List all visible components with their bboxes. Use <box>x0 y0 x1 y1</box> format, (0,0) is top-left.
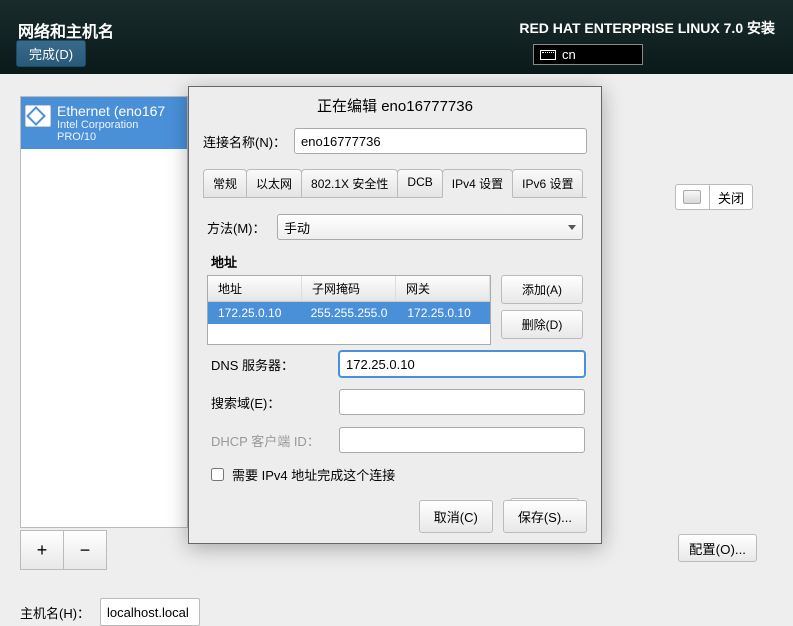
add-device-button[interactable]: + <box>20 530 64 570</box>
tab-8021x[interactable]: 802.1X 安全性 <box>301 169 398 198</box>
edit-connection-dialog: 正在编辑 eno16777736 连接名称(N)： 常规 以太网 802.1X … <box>188 86 602 544</box>
save-button[interactable]: 保存(S)... <box>503 500 587 533</box>
connection-name-row: 连接名称(N)： <box>189 124 601 158</box>
addresses-grid[interactable]: 地址 子网掩码 网关 172.25.0.10 255.255.255.0 172… <box>207 275 491 345</box>
tab-dcb[interactable]: DCB <box>397 169 442 198</box>
header-bar: 网络和主机名 完成(D) RED HAT ENTERPRISE LINUX 7.… <box>0 0 793 74</box>
search-domain-label: 搜索域(E)： <box>211 393 331 412</box>
configure-button[interactable]: 配置(O)... <box>678 534 757 562</box>
ipv4-tab-body: 方法(M)： 手动 地址 地址 子网掩码 网关 172.25.0.10 255.… <box>203 197 587 541</box>
hostname-label: 主机名(H)： <box>20 603 90 622</box>
connection-name-label: 连接名称(N)： <box>203 132 286 151</box>
cell-gateway: 172.25.0.10 <box>397 302 490 324</box>
keyboard-icon <box>540 50 556 60</box>
ethernet-icon <box>25 105 51 127</box>
connection-name-input[interactable] <box>294 128 587 154</box>
dialog-tabs: 常规 以太网 802.1X 安全性 DCB IPv4 设置 IPv6 设置 <box>203 169 587 198</box>
dhcp-client-id-label: DHCP 客户端 ID： <box>211 431 331 450</box>
method-row: 方法(M)： 手动 <box>207 210 583 244</box>
cell-netmask: 255.255.255.0 <box>301 302 398 324</box>
addresses-grid-row[interactable]: 172.25.0.10 255.255.255.0 172.25.0.10 <box>208 302 490 324</box>
tab-general[interactable]: 常规 <box>203 169 247 198</box>
dhcp-client-id-row: DHCP 客户端 ID： <box>207 421 583 459</box>
dns-label: DNS 服务器： <box>211 355 331 374</box>
device-subtitle: Intel Corporation PRO/10 <box>57 119 179 143</box>
chevron-down-icon <box>568 225 576 230</box>
search-domain-row: 搜索域(E)： <box>207 383 583 421</box>
product-name: RED HAT ENTERPRISE LINUX 7.0 安装 <box>519 18 775 38</box>
addresses-label: 地址 <box>207 244 583 275</box>
page-title: 网络和主机名 <box>18 18 114 42</box>
cancel-button[interactable]: 取消(C) <box>419 500 493 533</box>
done-button[interactable]: 完成(D) <box>16 40 86 67</box>
col-gateway: 网关 <box>396 276 490 301</box>
keyboard-layout: cn <box>562 47 576 62</box>
toggle-track <box>676 185 710 209</box>
require-ipv4-checkbox[interactable] <box>211 468 224 481</box>
tab-ethernet[interactable]: 以太网 <box>246 169 302 198</box>
keyboard-indicator[interactable]: cn <box>533 44 643 65</box>
toggle-off-label: 关闭 <box>710 185 752 209</box>
tab-ipv4[interactable]: IPv4 设置 <box>442 169 513 198</box>
col-address: 地址 <box>208 276 302 301</box>
connection-toggle[interactable]: 关闭 <box>675 184 753 210</box>
col-netmask: 子网掩码 <box>302 276 396 301</box>
device-list[interactable]: Ethernet (eno167 Intel Corporation PRO/1… <box>20 96 188 528</box>
addresses-grid-header: 地址 子网掩码 网关 <box>208 276 490 302</box>
method-label: 方法(M)： <box>207 218 269 237</box>
require-ipv4-label: 需要 IPv4 地址完成这个连接 <box>232 465 395 484</box>
add-address-button[interactable]: 添加(A) <box>501 275 583 304</box>
dns-row: DNS 服务器： <box>207 345 583 383</box>
dialog-title: 正在编辑 eno16777736 <box>189 87 601 124</box>
method-value: 手动 <box>284 218 310 237</box>
add-remove-toolbar: + − <box>20 530 107 570</box>
cell-address: 172.25.0.10 <box>208 302 301 324</box>
dialog-actions: 取消(C) 保存(S)... <box>419 500 587 533</box>
addresses-table-area: 地址 子网掩码 网关 172.25.0.10 255.255.255.0 172… <box>207 275 583 345</box>
addresses-grid-buttons: 添加(A) 删除(D) <box>501 275 583 345</box>
device-name: Ethernet (eno167 <box>57 103 179 119</box>
delete-address-button[interactable]: 删除(D) <box>501 310 583 339</box>
toggle-knob <box>683 190 701 204</box>
require-ipv4-row: 需要 IPv4 地址完成这个连接 <box>207 459 583 490</box>
hostname-input[interactable] <box>100 598 200 626</box>
hostname-row: 主机名(H)： <box>20 598 200 626</box>
tab-ipv6[interactable]: IPv6 设置 <box>512 169 583 198</box>
remove-device-button[interactable]: − <box>63 530 107 570</box>
method-select[interactable]: 手动 <box>277 214 583 240</box>
dhcp-client-id-input[interactable] <box>339 427 585 453</box>
search-domain-input[interactable] <box>339 389 585 415</box>
device-item-selected[interactable]: Ethernet (eno167 Intel Corporation PRO/1… <box>21 97 187 149</box>
dns-input[interactable] <box>339 351 585 377</box>
